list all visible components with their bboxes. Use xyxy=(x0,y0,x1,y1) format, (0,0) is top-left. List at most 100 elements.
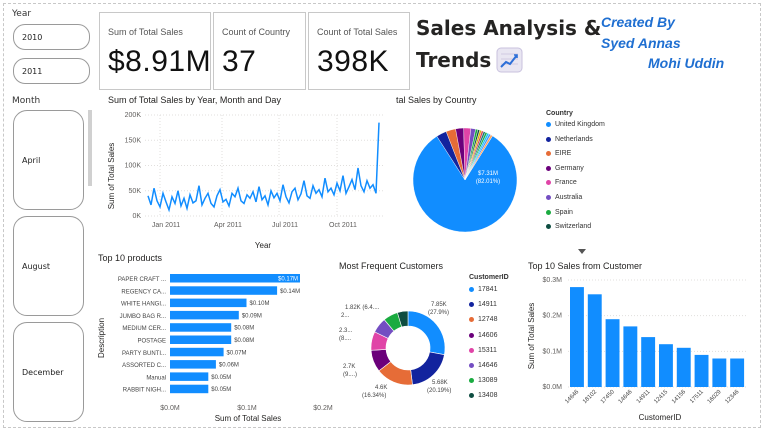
kpi-value: 398K xyxy=(317,45,390,78)
line-xtick: Apr 2011 xyxy=(214,222,242,229)
column-mark xyxy=(605,319,620,387)
line-chart[interactable]: 200K 150K 100K 50K 0K Jan 2011 Apr 2011 Jul 201… xyxy=(100,106,390,252)
legend-label: 14911 xyxy=(478,301,497,309)
donut-chart[interactable]: 7.85K (27.9%) 5.68K (20.19%) 4.6K (16.34… xyxy=(335,288,465,408)
month-slicer-scrollbar[interactable] xyxy=(88,110,92,186)
bar-data-label: $0.17M xyxy=(278,277,298,283)
bar-xtick: $0.0M xyxy=(160,405,180,412)
bar-data-label: $0.09M xyxy=(242,313,262,319)
legend-dot-icon xyxy=(546,165,551,171)
bar-mark xyxy=(170,384,209,394)
bar-chart[interactable]: PAPER CRAFT ... $0.17M REGENCY CA... $0.14M… xyxy=(95,268,335,426)
column-chart-title: Top 10 Sales from Customer xyxy=(528,261,643,271)
legend-scroll-down-icon[interactable] xyxy=(578,249,586,255)
legend-label: 14646 xyxy=(478,362,498,369)
donut-label: (8.... xyxy=(339,336,351,342)
pie-chart-title: tal Sales by Country xyxy=(396,95,477,105)
line-ytick: 0K xyxy=(132,213,141,220)
report-title-line2: Trends xyxy=(416,48,492,72)
bar-data-label: $0.08M xyxy=(234,338,254,344)
legend-label: Germany xyxy=(555,164,584,172)
month-slicer-item-december[interactable]: December xyxy=(13,322,84,422)
bar-category-label: ASSORTED C... xyxy=(122,363,166,369)
line-series xyxy=(147,122,380,213)
month-slicer-item-april[interactable]: April xyxy=(13,110,84,210)
donut-label: 7.85K xyxy=(431,302,447,308)
legend-dot-icon xyxy=(469,393,474,399)
legend-label: 17841 xyxy=(478,286,498,293)
donut-slice-17841 xyxy=(407,310,446,356)
kpi-label: Count of Total Sales xyxy=(317,27,398,37)
legend-label: Netherlands xyxy=(555,135,593,143)
line-xtick: Jul 2011 xyxy=(272,222,298,229)
pie-legend-item[interactable]: Spain xyxy=(546,209,573,216)
kpi-value: $8.91M xyxy=(108,45,212,78)
legend-dot-icon xyxy=(546,136,551,142)
column-ytick: $0.0M xyxy=(543,384,563,391)
donut-legend-item[interactable]: 13408 xyxy=(469,392,497,399)
bar-data-label: $0.10M xyxy=(250,301,270,307)
column-ytick: $0.2M xyxy=(543,313,563,320)
kpi-card-sales-count: Count of Total Sales 398K xyxy=(308,12,410,90)
donut-legend-item[interactable]: 15311 xyxy=(469,347,497,354)
column-mark xyxy=(570,287,584,387)
column-category-label: 12346 xyxy=(724,389,741,406)
legend-label: 15311 xyxy=(478,346,497,354)
bar-chart-title: Top 10 products xyxy=(98,253,163,263)
bar-mark xyxy=(170,360,216,369)
donut-label: 2.3... xyxy=(339,328,353,334)
bar-mark xyxy=(170,372,209,381)
legend-label: United Kingdom xyxy=(555,121,605,128)
year-slicer-item-2011[interactable]: 2011 xyxy=(13,58,90,84)
line-chart-title: Sum of Total Sales by Year, Month and Da… xyxy=(108,95,281,105)
pie-chart[interactable]: $7.31M (82.01%) xyxy=(410,125,520,235)
kpi-label: Sum of Total Sales xyxy=(108,27,183,37)
donut-legend-item[interactable]: 17841 xyxy=(469,286,497,293)
donut-label: 2... xyxy=(341,313,350,319)
line-chart-ylabel: Sum of Total Sales xyxy=(107,143,116,210)
pie-legend-item[interactable]: EIRE xyxy=(546,150,571,157)
bar-mark xyxy=(170,347,224,357)
pie-main-label-value: $7.31M xyxy=(478,171,498,177)
pie-legend-item[interactable]: Germany xyxy=(546,165,584,172)
donut-legend-item[interactable]: 13089 xyxy=(469,377,497,384)
donut-label: 4.6K xyxy=(375,385,387,391)
pie-legend-item[interactable]: France xyxy=(546,179,577,186)
column-ytick: $0.3M xyxy=(543,277,563,284)
donut-legend-item[interactable]: 14646 xyxy=(469,362,497,369)
bar-data-label: $0.06M xyxy=(219,363,239,369)
kpi-card-total-sales: Sum of Total Sales $8.91M xyxy=(99,12,211,90)
bar-chart-ylabel: Description xyxy=(97,318,106,358)
bar-data-label: $0.05M xyxy=(211,375,231,381)
donut-legend-item[interactable]: 14911 xyxy=(469,301,497,308)
donut-label: 5.68K xyxy=(432,380,448,386)
line-xtick: Oct 2011 xyxy=(329,222,357,229)
creator-line1: Created By xyxy=(601,14,675,30)
legend-dot-icon xyxy=(469,363,474,368)
donut-legend-item[interactable]: 12748 xyxy=(469,316,497,323)
bar-data-label: $0.07M xyxy=(227,350,247,356)
month-slicer-item-august[interactable]: August xyxy=(13,216,84,316)
donut-legend-item[interactable]: 14606 xyxy=(469,332,497,339)
bar-category-label: PAPER CRAFT ... xyxy=(118,277,166,283)
line-chart-xlabel: Year xyxy=(255,241,272,250)
donut-chart-title: Most Frequent Customers xyxy=(339,261,444,271)
legend-dot-icon xyxy=(469,378,474,384)
pie-legend-item[interactable]: Netherlands xyxy=(546,136,593,143)
bar-category-label: Manual xyxy=(146,375,166,381)
column-chart[interactable]: $0.3M$0.2M$0.1M$0.0M14646 18102 17450 14646… xyxy=(522,272,756,424)
line-ytick: 50K xyxy=(129,188,142,195)
donut-label: (16.34%) xyxy=(362,393,386,399)
year-slicer-title: Year xyxy=(12,9,32,19)
donut-label: (27.9%) xyxy=(428,310,449,316)
bar-mark xyxy=(170,286,278,295)
year-slicer-item-2010[interactable]: 2010 xyxy=(13,24,90,50)
column-category-label: 14911 xyxy=(636,389,652,405)
legend-dot-icon xyxy=(469,317,474,323)
creator-line2: Syed Annas xyxy=(601,35,681,51)
pie-legend-item[interactable]: Australia xyxy=(546,194,582,201)
legend-dot-icon xyxy=(469,302,474,308)
pie-legend-item[interactable]: Switzerland xyxy=(546,223,591,230)
legend-label: 13089 xyxy=(478,377,498,385)
pie-legend-item[interactable]: United Kingdom xyxy=(546,121,605,128)
